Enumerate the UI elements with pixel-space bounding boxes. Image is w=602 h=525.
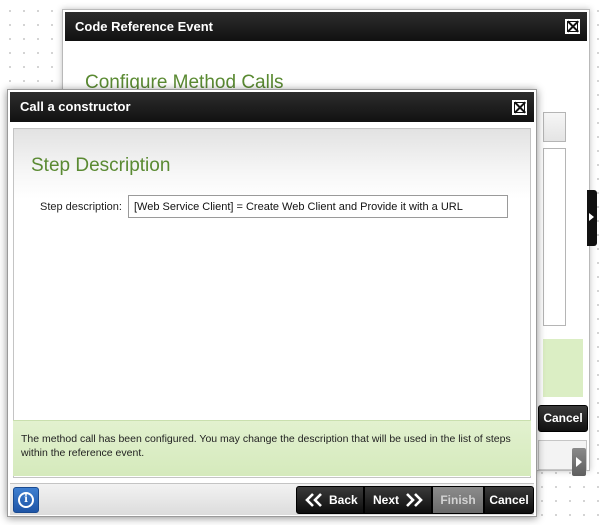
back-button-label: Back bbox=[329, 493, 358, 507]
finish-button[interactable]: Finish bbox=[432, 486, 484, 514]
info-message-panel: The method call has been configured. You… bbox=[13, 420, 531, 476]
close-icon[interactable] bbox=[565, 19, 580, 34]
call-constructor-dialog: Call a constructor Step Description Step… bbox=[7, 89, 537, 517]
info-message-text: The method call has been configured. You… bbox=[21, 433, 511, 459]
back-dialog-titlebar: Code Reference Event bbox=[65, 12, 587, 41]
info-button[interactable]: i bbox=[13, 487, 39, 513]
step-description-label: Step description: bbox=[40, 201, 122, 213]
double-chevron-right-icon bbox=[405, 493, 423, 507]
front-dialog-title: Call a constructor bbox=[20, 99, 131, 114]
back-dialog-info-panel bbox=[543, 339, 583, 397]
info-icon: i bbox=[18, 492, 34, 508]
back-button[interactable]: Back bbox=[296, 486, 364, 514]
close-icon[interactable] bbox=[512, 100, 527, 115]
wizard-nav-buttons: Back Next Finish Cancel bbox=[296, 486, 534, 514]
cancel-button[interactable]: Cancel bbox=[484, 486, 534, 514]
back-dialog-title: Code Reference Event bbox=[75, 19, 213, 34]
next-button-label: Next bbox=[373, 493, 400, 507]
back-dialog-panel bbox=[543, 148, 566, 326]
chevron-right-icon[interactable] bbox=[572, 448, 586, 476]
page-title: Step Description bbox=[31, 155, 171, 176]
side-panel-expand-icon[interactable] bbox=[587, 190, 597, 246]
front-dialog-titlebar: Call a constructor bbox=[10, 92, 534, 122]
next-button[interactable]: Next bbox=[364, 486, 432, 514]
step-description-input[interactable] bbox=[128, 195, 508, 218]
double-chevron-left-icon bbox=[305, 493, 323, 507]
back-dialog-cancel-button[interactable]: Cancel bbox=[538, 405, 588, 432]
wizard-footer: i Back Next Finish Cancel bbox=[10, 483, 534, 515]
back-dialog-field bbox=[543, 112, 566, 142]
